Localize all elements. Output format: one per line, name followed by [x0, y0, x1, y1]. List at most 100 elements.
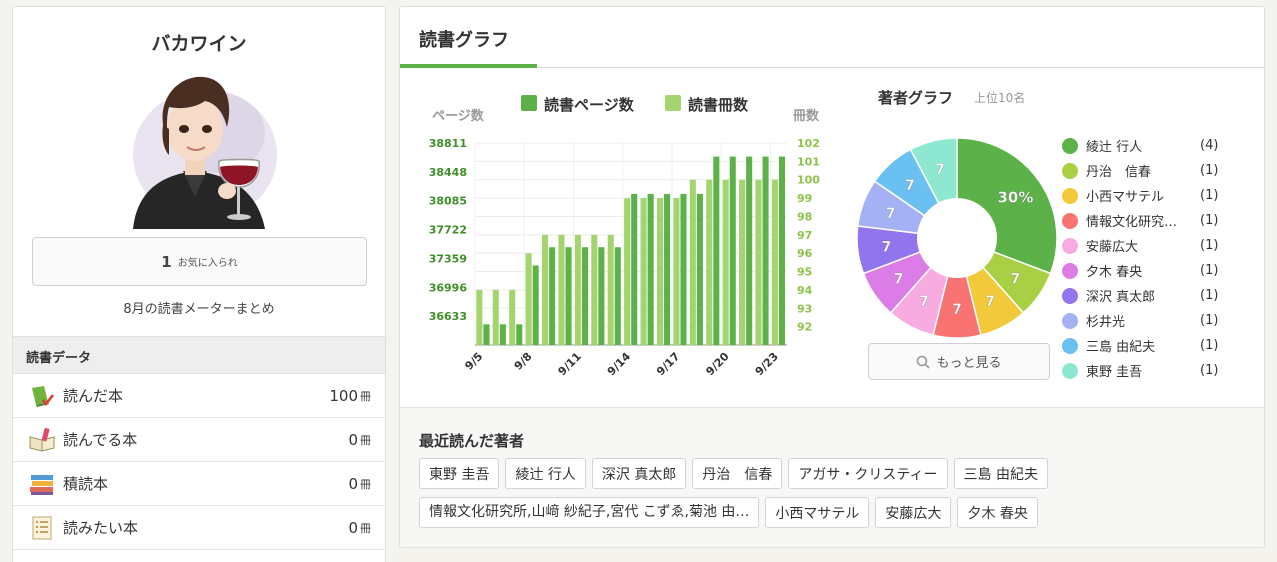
- author-tag[interactable]: 情報文化研究所,山﨑 紗紀子,宮代 こずゑ,菊池 由…: [419, 497, 760, 528]
- legend-item[interactable]: 丹治 信春 (1): [1062, 158, 1258, 183]
- bar-pages[interactable]: [565, 247, 572, 345]
- bar-pages[interactable]: [664, 193, 671, 345]
- x-axis-tick: 9/8: [512, 350, 535, 373]
- legend-item[interactable]: 東野 圭吾 (1): [1062, 358, 1258, 383]
- legend-author-count: (4): [1200, 138, 1219, 153]
- bar-pages[interactable]: [614, 247, 621, 345]
- author-tag[interactable]: 三島 由紀夫: [953, 458, 1048, 489]
- legend-author-name: 綾辻 行人: [1086, 140, 1143, 155]
- author-tag[interactable]: 小西マサテル: [765, 497, 870, 528]
- author-tag[interactable]: 夕木 春央: [957, 497, 1038, 528]
- legend-dot: [1062, 237, 1078, 254]
- bar-books[interactable]: [656, 198, 664, 345]
- reading-row-count: 0: [348, 430, 358, 449]
- author-tag[interactable]: 東野 圭吾: [419, 458, 500, 489]
- bar-pages[interactable]: [532, 265, 539, 345]
- bar-books[interactable]: [706, 179, 713, 345]
- bar-books[interactable]: [739, 179, 746, 345]
- right-axis-tick: 97: [797, 229, 812, 242]
- favorites-box[interactable]: 1 お気に入られ: [32, 237, 367, 286]
- left-axis-tick: 38448: [429, 166, 467, 179]
- bar-pages[interactable]: [483, 324, 490, 345]
- legend-item[interactable]: 夕木 春央 (1): [1062, 258, 1258, 283]
- see-more-authors-button[interactable]: もっと見る: [868, 343, 1050, 380]
- left-axis-tick: 37359: [429, 252, 467, 265]
- user-avatar[interactable]: [119, 63, 279, 229]
- donut-slice-label: 7: [919, 294, 929, 310]
- x-axis-tick: 9/5: [462, 350, 485, 373]
- bar-pages[interactable]: [680, 193, 687, 345]
- legend-dot: [1062, 162, 1078, 179]
- reading-row-wish[interactable]: 読みたい本 0 冊: [13, 506, 385, 550]
- legend-item[interactable]: 杉井光 (1): [1062, 308, 1258, 333]
- x-axis-tick: 9/11: [556, 350, 584, 378]
- legend-item[interactable]: 綾辻 行人 (4): [1062, 133, 1258, 158]
- bar-pages[interactable]: [778, 156, 786, 345]
- bar-pages[interactable]: [696, 193, 703, 345]
- reading-row-unit: 冊: [360, 477, 371, 491]
- bar-pages[interactable]: [581, 247, 588, 345]
- bar-books[interactable]: [476, 289, 483, 345]
- bar-books[interactable]: [722, 179, 729, 345]
- search-icon: [917, 355, 931, 369]
- author-tag[interactable]: 丹治 信春: [692, 458, 783, 489]
- bar-pages[interactable]: [729, 156, 736, 345]
- legend-dot: [1062, 137, 1078, 154]
- legend-item[interactable]: 情報文化研究所,山﨑 紗紀子,宮代 こずゑ,菊池 由… (1): [1062, 208, 1258, 233]
- author-tag[interactable]: 安藤広大: [875, 497, 952, 528]
- bar-books[interactable]: [574, 234, 581, 345]
- legend-author-name: 安藤広大: [1086, 240, 1139, 255]
- author-tag[interactable]: アガサ・クリスティー: [788, 458, 948, 489]
- bar-books[interactable]: [492, 289, 499, 345]
- bar-books[interactable]: [509, 289, 516, 345]
- bar-pages[interactable]: [762, 156, 769, 345]
- x-axis-tick: 9/23: [753, 350, 781, 378]
- legend-item[interactable]: 三島 由紀夫 (1): [1062, 333, 1258, 358]
- bar-books[interactable]: [689, 179, 696, 345]
- donut-slice-label: 7: [905, 178, 915, 194]
- bar-books[interactable]: [558, 234, 565, 345]
- bar-pages[interactable]: [549, 247, 556, 345]
- donut-slice-label: 7: [886, 206, 896, 222]
- monthly-summary-link[interactable]: 8月の読書メーターまとめ: [13, 298, 385, 317]
- bar-pages[interactable]: [516, 324, 523, 345]
- reading-row-stacked[interactable]: 積読本 0 冊: [13, 462, 385, 506]
- bar-books[interactable]: [640, 198, 647, 345]
- bar-pages[interactable]: [647, 193, 654, 345]
- reading-graph-card: 読書グラフ 38811 38448 38085 37722 37359 36996 3663…: [399, 6, 1265, 548]
- bar-pages[interactable]: [598, 247, 605, 345]
- donut-slice-label: 7: [882, 240, 892, 256]
- legend-item[interactable]: 小西マサテル (1): [1062, 183, 1258, 208]
- bar-books[interactable]: [541, 234, 549, 345]
- tab-reading-graph[interactable]: 読書グラフ: [419, 26, 509, 52]
- stacked-books-icon: [30, 474, 53, 495]
- bar-pages[interactable]: [631, 193, 638, 345]
- bar-pages[interactable]: [499, 324, 506, 345]
- author-tag[interactable]: 綾辻 行人: [505, 458, 586, 489]
- right-axis-tick: 94: [797, 284, 813, 297]
- reading-row-reading[interactable]: 読んでる本 0 冊: [13, 418, 385, 462]
- bar-books[interactable]: [771, 179, 778, 345]
- bar-pages[interactable]: [713, 156, 720, 345]
- right-axis-tick: 93: [797, 302, 812, 315]
- reading-row-read[interactable]: 読んだ本 100 冊: [13, 374, 385, 418]
- recent-authors-title: 最近読んだ著者: [419, 432, 525, 450]
- bar-books[interactable]: [673, 198, 680, 345]
- favorites-label: お気に入られ: [177, 258, 238, 269]
- bar-books[interactable]: [591, 234, 598, 345]
- donut-hole: [917, 198, 997, 278]
- donut-slice-label: 30%: [997, 189, 1033, 207]
- legend-item[interactable]: 安藤広大 (1): [1062, 233, 1258, 258]
- author-donut-chart: 30%777777777: [856, 137, 1058, 339]
- bar-books[interactable]: [755, 179, 762, 345]
- author-tag[interactable]: 深沢 真太郎: [591, 458, 687, 489]
- bar-books[interactable]: [624, 198, 631, 345]
- bar-pages[interactable]: [746, 156, 753, 345]
- legend-item[interactable]: 深沢 真太郎 (1): [1062, 283, 1258, 308]
- legend-dot: [1062, 187, 1078, 204]
- reading-row-count: 0: [348, 474, 358, 493]
- favorites-count: 1: [161, 252, 172, 271]
- legend-dot: [1062, 362, 1078, 379]
- bar-books[interactable]: [525, 253, 532, 345]
- bar-books[interactable]: [607, 234, 614, 345]
